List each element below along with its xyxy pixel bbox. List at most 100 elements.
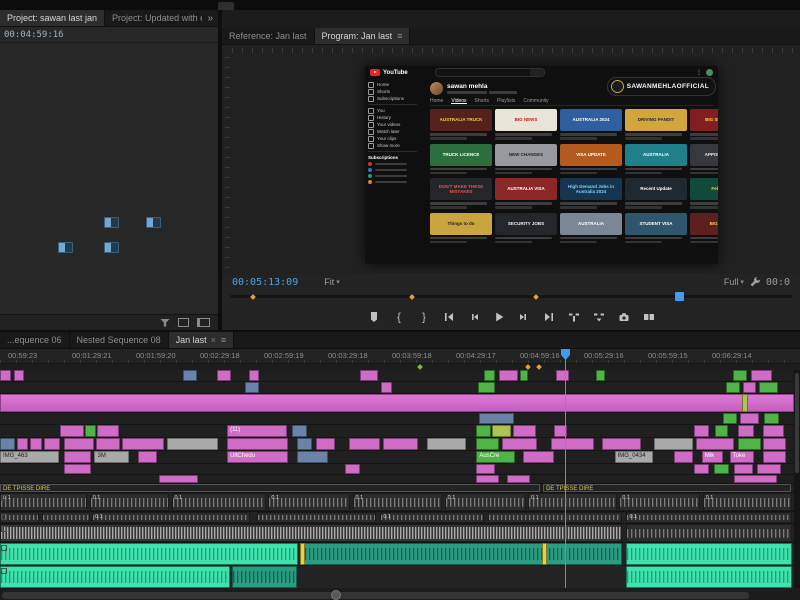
program-playhead-handle[interactable]	[675, 292, 684, 301]
timeline-clip[interactable]	[257, 512, 375, 523]
new-item-icon[interactable]	[197, 318, 210, 327]
timeline-clip[interactable]	[476, 475, 499, 483]
timeline-clip[interactable]: 0.1	[703, 493, 793, 511]
timeline-clip[interactable]	[507, 475, 530, 483]
timeline-clip[interactable]	[183, 370, 197, 381]
timeline-clip[interactable]: AusCre	[476, 451, 515, 463]
timeline-clip[interactable]	[64, 438, 95, 450]
timeline-clip[interactable]: 0.1	[172, 493, 266, 511]
program-tab[interactable]: Program: Jan last≡	[315, 28, 411, 44]
timeline-clip[interactable]	[292, 425, 307, 437]
scrubber-track[interactable]	[230, 295, 792, 298]
timeline-clip[interactable]	[556, 370, 569, 381]
program-tab[interactable]: Reference: Jan last	[222, 28, 315, 44]
timeline-clip[interactable]	[42, 512, 90, 523]
timeline-ruler[interactable]: 00:59:2300:01:29:2100:01:59:2000:02:29:1…	[0, 349, 800, 364]
timeline-clip[interactable]	[360, 370, 377, 381]
timeline-clip[interactable]: 0.1	[528, 493, 617, 511]
timeline-clip[interactable]	[0, 543, 298, 565]
timeline-clip[interactable]: 0.1	[380, 512, 483, 523]
timeline-clip[interactable]	[0, 524, 622, 542]
timeline-clip[interactable]	[122, 438, 163, 450]
timeline-clip[interactable]	[759, 382, 778, 393]
export-frame-button[interactable]	[617, 310, 631, 323]
timeline-clip[interactable]: 0.1	[445, 493, 526, 511]
timeline-clip[interactable]	[60, 425, 84, 437]
clip-icon[interactable]	[58, 242, 73, 253]
timeline-clip[interactable]	[478, 382, 495, 393]
clip-icon[interactable]	[146, 217, 161, 228]
timeline-clip[interactable]	[654, 438, 693, 450]
clip-icon[interactable]	[104, 242, 119, 253]
project-tab[interactable]: Project: sawan last jan	[0, 10, 105, 26]
close-tab-icon[interactable]: ×	[211, 335, 216, 345]
scrollbar-handle[interactable]	[2, 592, 749, 599]
timeline-clip[interactable]	[0, 394, 794, 412]
timeline-clip[interactable]	[30, 438, 42, 450]
panel-menu-icon[interactable]: ≡	[397, 31, 402, 41]
timeline-clip[interactable]: IMG_0434	[615, 451, 654, 463]
timeline-clip[interactable]	[44, 438, 59, 450]
timeline-clip[interactable]	[476, 425, 490, 437]
timeline-clip[interactable]	[167, 438, 218, 450]
timeline-clip[interactable]	[542, 543, 548, 565]
timeline-clip[interactable]	[349, 438, 380, 450]
extract-button[interactable]	[592, 310, 606, 323]
timeline-clip[interactable]	[232, 566, 297, 588]
timeline-clip[interactable]	[14, 370, 24, 381]
timeline-clip[interactable]: 3M	[94, 451, 129, 463]
timeline-clip[interactable]	[381, 382, 392, 393]
program-scrubber[interactable]	[222, 290, 800, 303]
timeline-clip[interactable]	[763, 425, 784, 437]
timeline-clip[interactable]	[499, 370, 518, 381]
timeline-clip[interactable]	[626, 524, 792, 542]
timeline-clip[interactable]	[626, 566, 793, 588]
sequence-marker[interactable]	[536, 364, 542, 370]
timeline-clip[interactable]	[551, 438, 594, 450]
timeline-clip[interactable]	[488, 512, 622, 523]
comparison-view-button[interactable]	[642, 310, 656, 323]
timeline-clip[interactable]	[345, 464, 360, 474]
lift-button[interactable]	[567, 310, 581, 323]
timeline-clip[interactable]	[726, 382, 740, 393]
timeline-playhead[interactable]	[565, 349, 566, 588]
timeline-clip[interactable]	[602, 438, 641, 450]
timeline-clip[interactable]	[626, 543, 793, 565]
go-to-in-button[interactable]	[442, 310, 456, 323]
filter-icon[interactable]	[160, 319, 170, 327]
timeline-clip[interactable]	[596, 370, 606, 381]
scrollbar-handle[interactable]	[795, 373, 799, 473]
timeline-clip[interactable]	[316, 438, 335, 450]
timeline-clip[interactable]	[694, 464, 709, 474]
timeline-clip[interactable]	[17, 438, 28, 450]
timeline-clip[interactable]	[0, 370, 11, 381]
timeline-clip[interactable]	[138, 451, 157, 463]
timeline-clip[interactable]	[245, 382, 259, 393]
timeline-clip[interactable]	[297, 438, 312, 450]
timeline-clip[interactable]	[476, 464, 495, 474]
settings-wrench-icon[interactable]	[748, 276, 762, 289]
new-bin-icon[interactable]	[178, 318, 189, 327]
timeline-clip[interactable]	[714, 464, 729, 474]
timeline-clip[interactable]	[484, 370, 495, 381]
timeline-clip[interactable]: 0.1	[353, 493, 443, 511]
timeline-clip[interactable]	[694, 425, 709, 437]
timeline-clip[interactable]: 0.1	[92, 512, 250, 523]
tab-overflow-chevron-icon[interactable]: »	[202, 10, 218, 26]
timeline-clip[interactable]	[159, 475, 198, 483]
timeline-clip[interactable]	[297, 451, 328, 463]
program-timecode[interactable]: 00:05:13:09	[232, 277, 298, 288]
timeline-clip[interactable]	[227, 438, 288, 450]
timeline-clip[interactable]	[751, 370, 772, 381]
mark-in-button[interactable]: {	[392, 310, 406, 323]
timeline-clip[interactable]	[723, 413, 737, 424]
sequence-marker[interactable]	[525, 364, 531, 370]
timeline-clip[interactable]: UltChedu	[227, 451, 288, 463]
timeline-clip[interactable]	[0, 566, 230, 588]
play-button[interactable]	[492, 310, 506, 323]
timeline-vertical-scrollbar[interactable]	[794, 370, 800, 588]
timeline-clip[interactable]	[300, 543, 622, 565]
timeline-clip[interactable]: 0.1	[626, 512, 792, 523]
timeline-tab[interactable]: Nested Sequence 08	[70, 332, 169, 348]
clip-icon[interactable]	[104, 217, 119, 228]
